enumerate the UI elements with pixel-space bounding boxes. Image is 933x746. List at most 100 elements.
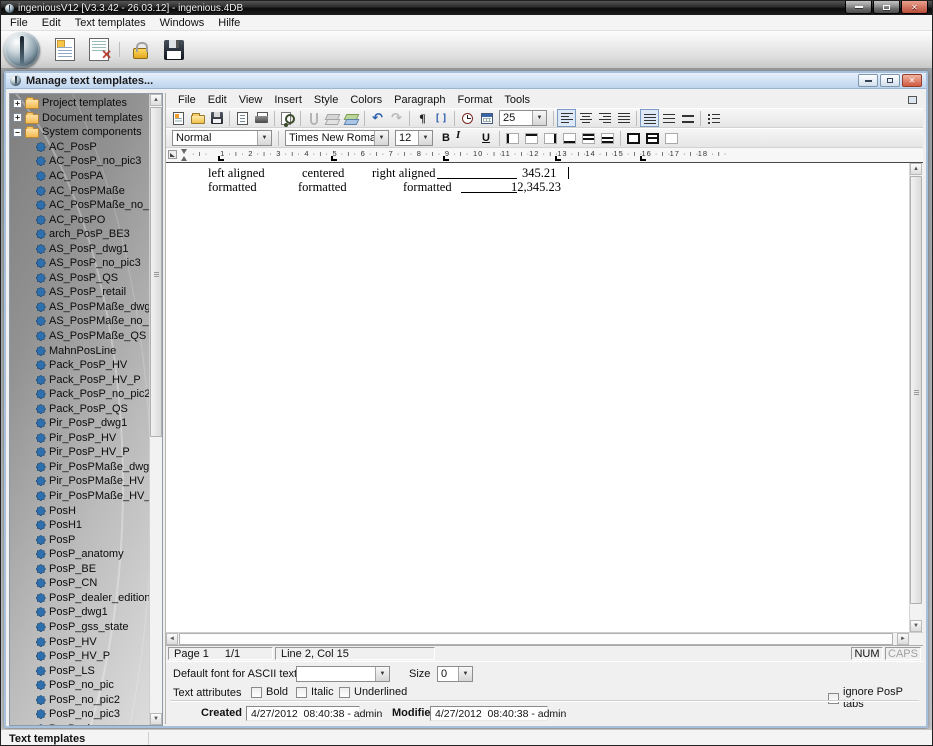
document-area[interactable]: left aligned centered right aligned 345.… — [166, 163, 923, 632]
font-size-combobox[interactable]: 12 ▼ — [395, 130, 433, 146]
layers-button[interactable] — [323, 109, 342, 127]
tree-item-as-pospma-e-dwg1[interactable]: AS_PosPMaße_dwg1 — [10, 300, 149, 315]
chevron-down-icon[interactable]: ▼ — [257, 131, 271, 145]
open-button[interactable] — [188, 109, 207, 127]
spacing-double-button[interactable] — [678, 109, 697, 127]
scrollbar-thumb[interactable] — [150, 107, 162, 437]
scrollbar-thumb[interactable] — [179, 633, 893, 645]
expand-icon[interactable]: + — [13, 113, 22, 123]
editor-menu-item-format[interactable]: Format — [452, 93, 499, 108]
editor-menu-item-view[interactable]: View — [233, 93, 269, 108]
chevron-down-icon[interactable]: ▼ — [375, 667, 389, 681]
align-right-button[interactable] — [595, 109, 614, 127]
editor-menu-item-insert[interactable]: Insert — [268, 93, 308, 108]
underlined-checkbox[interactable] — [339, 686, 350, 698]
tree-item-ac-pospa[interactable]: AC_PosPA — [10, 169, 149, 184]
italic-button[interactable]: I — [456, 129, 476, 147]
tree-item-ac-pospma-e[interactable]: AC_PosPMaße — [10, 183, 149, 198]
new-template-button[interactable] — [50, 35, 80, 65]
align-center-button[interactable] — [576, 109, 595, 127]
menu-item-windows[interactable]: Windows — [153, 15, 212, 31]
tree-item-as-posp-qs[interactable]: AS_PosP_QS — [10, 271, 149, 286]
font-family-combobox[interactable]: Times New Roman ▼ — [285, 130, 389, 146]
maximize-button[interactable] — [873, 1, 900, 14]
tree-item-posp-dealer-edition[interactable]: PosP_dealer_edition — [10, 591, 149, 606]
tree-item-posp-no-pic3[interactable]: PosP_no_pic3 — [10, 707, 149, 722]
new-button[interactable] — [169, 109, 188, 127]
tree-item-pack-posp-no-pic2[interactable]: Pack_PosP_no_pic2 — [10, 387, 149, 402]
indent-marker[interactable] — [181, 149, 188, 161]
tab-stop-marker[interactable] — [639, 156, 646, 161]
document-scrollbar-horizontal[interactable]: ◄ ► — [166, 632, 923, 645]
tree-item-ac-pospo[interactable]: AC_PosPO — [10, 212, 149, 227]
calendar-button[interactable] — [477, 109, 496, 127]
lock-button[interactable] — [125, 35, 155, 65]
box-full-button[interactable] — [624, 129, 643, 147]
size-combobox[interactable]: 0 ▼ — [437, 666, 473, 682]
save-button[interactable] — [207, 109, 226, 127]
chevron-down-icon[interactable]: ▼ — [374, 131, 388, 145]
scrollbar-thumb[interactable] — [910, 176, 922, 604]
chevron-down-icon[interactable]: ▼ — [418, 131, 432, 145]
chevron-down-icon[interactable]: ▼ — [532, 111, 546, 125]
border-mid-top-button[interactable] — [579, 129, 598, 147]
border-mid-bottom-button[interactable] — [598, 129, 617, 147]
tree-item-posh1[interactable]: PosH1 — [10, 518, 149, 533]
tree-item-posp-anatomy[interactable]: PosP_anatomy — [10, 547, 149, 562]
menu-item-hilfe[interactable]: Hilfe — [211, 15, 247, 31]
delete-template-button[interactable] — [84, 35, 114, 65]
editor-menu-item-file[interactable]: File — [172, 93, 202, 108]
menu-item-edit[interactable]: Edit — [35, 15, 68, 31]
undo-button[interactable] — [368, 109, 387, 127]
tree-item-arch-posp-be3[interactable]: arch_PosP_BE3 — [10, 227, 149, 242]
tree-item-pack-posp-qs[interactable]: Pack_PosP_QS — [10, 401, 149, 416]
ascii-font-combobox[interactable]: ▼ — [296, 666, 390, 682]
tree-item-as-pospma-e-no-pic3[interactable]: AS_PosPMaße_no_pic3 — [10, 314, 149, 329]
scroll-right-button[interactable]: ► — [897, 633, 909, 645]
align-justify-button[interactable] — [614, 109, 633, 127]
tree-item-posp-be[interactable]: PosP_BE — [10, 562, 149, 577]
chevron-down-icon[interactable]: ▼ — [458, 667, 472, 681]
tree-item-pir-pospma-e-dwg1[interactable]: Pir_PosPMaße_dwg1 — [10, 460, 149, 475]
bold-button[interactable]: B — [436, 129, 456, 147]
box-none-button[interactable] — [662, 129, 681, 147]
pilcrow-button[interactable] — [413, 109, 432, 127]
box-mid-button[interactable] — [643, 129, 662, 147]
tab-stop-marker[interactable] — [218, 156, 225, 161]
border-right-button[interactable] — [541, 129, 560, 147]
menu-item-file[interactable]: File — [3, 15, 35, 31]
editor-menu-item-paragraph[interactable]: Paragraph — [388, 93, 451, 108]
tree-item-pir-posp-dwg1[interactable]: Pir_PosP_dwg1 — [10, 416, 149, 431]
editor-menu-item-edit[interactable]: Edit — [202, 93, 233, 108]
print-button[interactable] — [252, 109, 271, 127]
tree-folder-system-components[interactable]: − System components — [10, 125, 149, 140]
tree-item-posp-cn[interactable]: PosP_CN — [10, 576, 149, 591]
tree-item-posp-no-pic2[interactable]: PosP_no_pic2 — [10, 692, 149, 707]
save-button[interactable] — [159, 35, 189, 65]
collapse-icon[interactable]: − — [13, 127, 22, 137]
border-bottom-button[interactable] — [560, 129, 579, 147]
scroll-up-button[interactable]: ▲ — [150, 94, 162, 106]
tree-item-ac-pospma-e-no-pic3[interactable]: AC_PosPMaße_no_pic3 — [10, 198, 149, 213]
spacing-15-button[interactable] — [659, 109, 678, 127]
dialog-close-button[interactable]: ✕ — [902, 74, 922, 87]
tab-type-selector[interactable] — [168, 150, 177, 159]
brackets-button[interactable] — [432, 109, 451, 127]
tab-stop-marker[interactable] — [555, 156, 562, 161]
tree-item-as-posp-retail[interactable]: AS_PosP_retail — [10, 285, 149, 300]
border-left-button[interactable] — [503, 129, 522, 147]
document-scrollbar-vertical[interactable]: ▲ ▼ — [909, 163, 923, 632]
tree-item-as-posp-no-pic3[interactable]: AS_PosP_no_pic3 — [10, 256, 149, 271]
zoom-combobox[interactable]: 25 ▼ — [499, 110, 547, 126]
italic-checkbox[interactable] — [296, 686, 307, 698]
tree-item-ac-posp-no-pic3[interactable]: AC_PosP_no_pic3 — [10, 154, 149, 169]
clock-button[interactable] — [458, 109, 477, 127]
scroll-up-button[interactable]: ▲ — [910, 163, 922, 175]
tree-item-posp-hv-p[interactable]: PosP_HV_P — [10, 649, 149, 664]
redo-button[interactable] — [387, 109, 406, 127]
paragraph-style-combobox[interactable]: Normal ▼ — [172, 130, 272, 146]
tree-item-posp-dwg1[interactable]: PosP_dwg1 — [10, 605, 149, 620]
editor-menu-item-colors[interactable]: Colors — [344, 93, 388, 108]
tree-item-pack-posp-hv[interactable]: Pack_PosP_HV — [10, 358, 149, 373]
tab-stop-marker[interactable] — [330, 156, 337, 161]
